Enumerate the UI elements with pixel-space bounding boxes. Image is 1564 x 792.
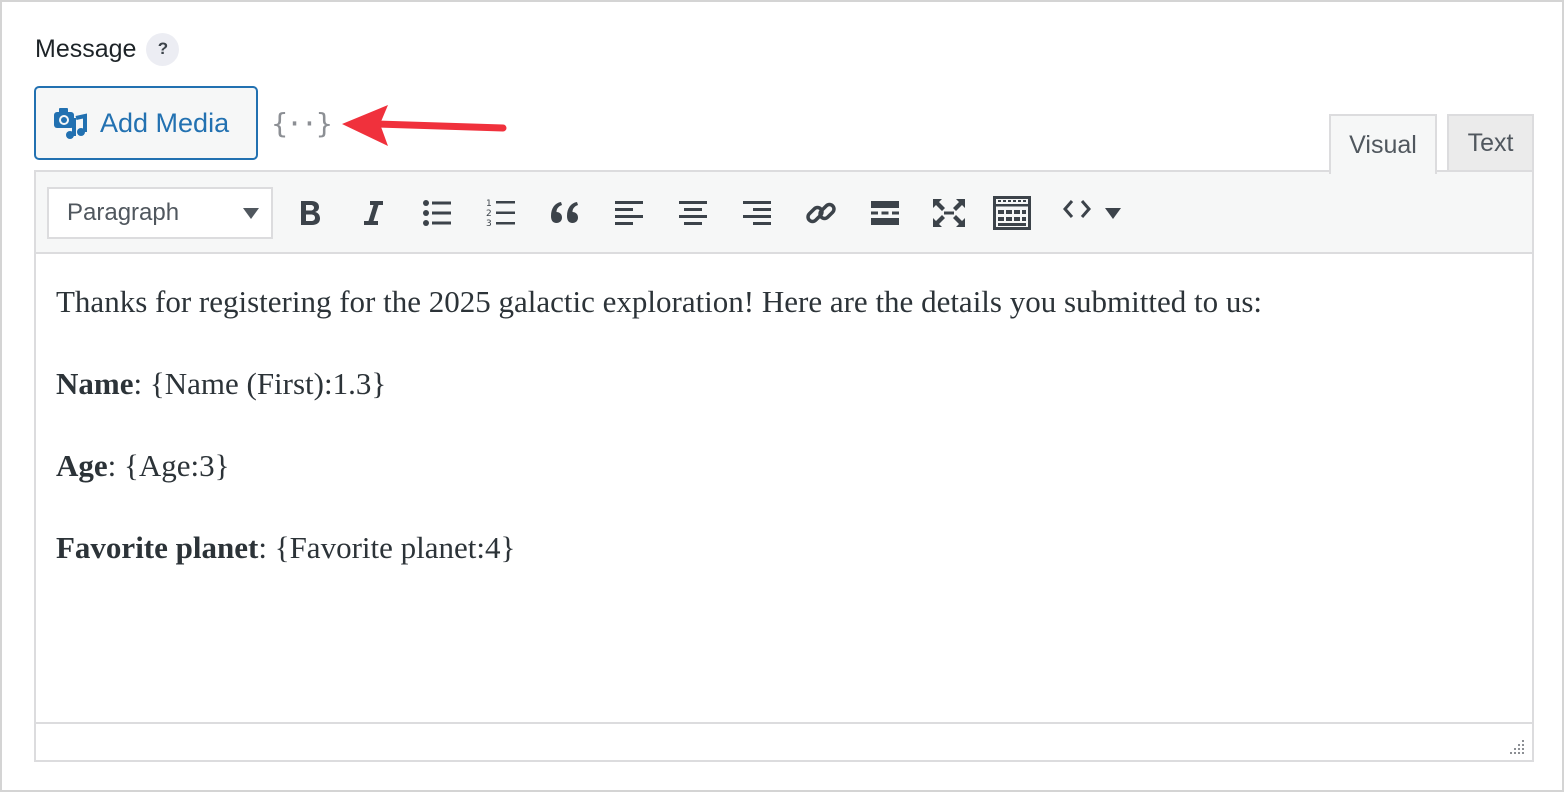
merge-tag-value: : {Name (First):1.3} bbox=[133, 366, 387, 401]
help-icon[interactable]: ? bbox=[146, 32, 180, 66]
read-more-button[interactable] bbox=[864, 192, 906, 234]
message-field-panel: Message ? Add Media {··} Visual Text Par… bbox=[0, 0, 1564, 792]
merge-tag-value: : {Favorite planet:4} bbox=[258, 530, 516, 565]
detail-line-age: Age: {Age:3} bbox=[56, 448, 1512, 484]
rich-text-editor: Paragraph 1 2 3 Thanks for registering f… bbox=[34, 170, 1534, 762]
bold-icon bbox=[301, 201, 320, 225]
editor-statusbar bbox=[36, 722, 1532, 760]
detail-label: Favorite planet bbox=[56, 530, 259, 565]
tab-text[interactable]: Text bbox=[1447, 114, 1534, 172]
tab-visual[interactable]: Visual bbox=[1329, 114, 1437, 174]
svg-text:3: 3 bbox=[486, 219, 492, 228]
fullscreen-icon bbox=[933, 199, 965, 227]
editor-content-area[interactable]: Thanks for registering for the 2025 gala… bbox=[36, 254, 1532, 722]
svg-text:1: 1 bbox=[486, 199, 492, 209]
resize-handle-icon[interactable] bbox=[1506, 736, 1526, 756]
numbered-list-button[interactable]: 1 2 3 bbox=[480, 192, 522, 234]
format-select-value: Paragraph bbox=[67, 199, 180, 226]
merge-tags-icon[interactable]: {··} bbox=[271, 100, 332, 146]
numbered-list-icon: 1 2 3 bbox=[486, 199, 515, 228]
annotation-arrow bbox=[342, 105, 507, 146]
blockquote-icon bbox=[551, 202, 578, 223]
align-left-button[interactable] bbox=[608, 192, 650, 234]
toolbar-toggle-icon bbox=[993, 196, 1031, 230]
align-center-button[interactable] bbox=[672, 192, 714, 234]
italic-icon bbox=[364, 201, 383, 225]
align-center-icon bbox=[679, 201, 707, 225]
blockquote-button[interactable] bbox=[544, 192, 586, 234]
toolbar-toggle-button[interactable] bbox=[991, 192, 1033, 234]
format-select[interactable]: Paragraph bbox=[47, 187, 273, 239]
dropdown-caret-icon bbox=[1105, 208, 1121, 219]
read-more-icon bbox=[871, 201, 899, 225]
bullet-list-button[interactable] bbox=[416, 192, 458, 234]
detail-label: Age bbox=[56, 448, 108, 483]
code-icon bbox=[1063, 200, 1091, 218]
editor-toolbar: Paragraph 1 2 3 bbox=[36, 172, 1532, 254]
field-label: Message ? bbox=[35, 32, 180, 66]
add-media-button[interactable]: Add Media bbox=[34, 86, 258, 160]
align-right-icon bbox=[743, 201, 771, 225]
bullet-list-icon bbox=[423, 200, 451, 226]
fullscreen-button[interactable] bbox=[928, 192, 970, 234]
intro-paragraph: Thanks for registering for the 2025 gala… bbox=[56, 284, 1263, 319]
code-button[interactable] bbox=[1056, 188, 1098, 230]
align-right-button[interactable] bbox=[736, 192, 778, 234]
chevron-down-icon bbox=[243, 208, 259, 219]
align-left-icon bbox=[615, 201, 643, 225]
link-button[interactable] bbox=[800, 192, 842, 234]
add-media-label: Add Media bbox=[100, 107, 230, 138]
more-options-dropdown[interactable] bbox=[1098, 192, 1128, 234]
detail-label: Name bbox=[56, 366, 134, 401]
link-icon bbox=[806, 202, 836, 224]
media-icon bbox=[52, 106, 88, 140]
italic-button[interactable] bbox=[352, 192, 394, 234]
merge-tag-value: : {Age:3} bbox=[107, 448, 230, 483]
detail-line-planet: Favorite planet: {Favorite planet:4} bbox=[56, 530, 1512, 566]
bold-button[interactable] bbox=[289, 192, 331, 234]
field-label-text: Message bbox=[35, 34, 137, 63]
detail-line-name: Name: {Name (First):1.3} bbox=[56, 366, 1512, 402]
svg-text:2: 2 bbox=[486, 209, 492, 219]
